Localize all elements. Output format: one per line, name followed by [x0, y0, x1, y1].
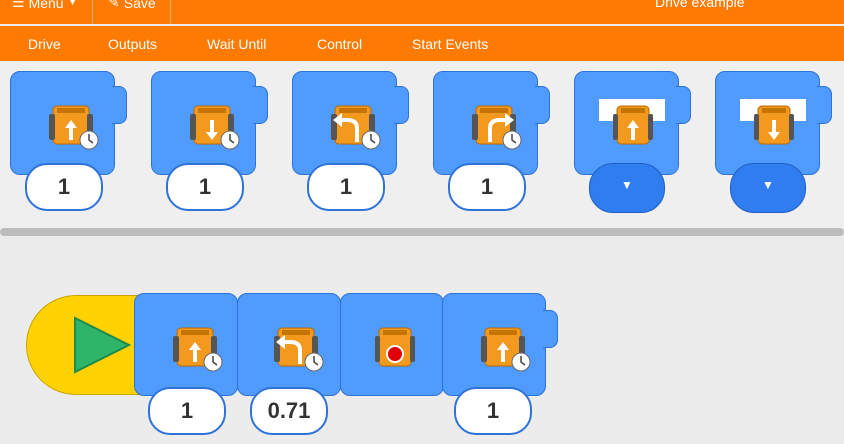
palette-block-drive-forward-until[interactable]	[574, 71, 679, 175]
menu-label: Menu	[28, 0, 64, 11]
tab-wait-until[interactable]: Wait Until	[207, 36, 266, 52]
drive-forward-timed-icon	[173, 327, 223, 372]
palette-duration-input[interactable]: 1	[448, 163, 526, 211]
palette-duration-input[interactable]: 1	[25, 163, 103, 211]
turn-left-timed-icon	[274, 327, 324, 372]
project-title: Drive example	[655, 0, 745, 10]
tab-drive[interactable]: Drive	[28, 36, 61, 52]
workspace-duration-input[interactable]: 0.71	[250, 387, 328, 435]
pencil-icon: ✎	[108, 0, 120, 10]
caret-down-icon: ▼	[621, 178, 633, 192]
palette-block-turn-right[interactable]	[433, 71, 538, 175]
play-icon	[74, 316, 132, 374]
palette-block-notch	[253, 86, 268, 124]
palette-dropdown[interactable]: ▼	[589, 163, 665, 213]
menu-button[interactable]: ☰ Menu ▼	[12, 0, 78, 11]
caret-down-icon: ▼	[67, 0, 78, 8]
tab-control[interactable]: Control	[317, 36, 362, 52]
drive-forward-until-icon	[613, 105, 653, 145]
save-button[interactable]: ✎ Save	[108, 0, 156, 11]
tab-start-events[interactable]: Start Events	[412, 36, 488, 52]
workspace-block-drive-forward[interactable]	[134, 293, 238, 396]
drive-backward-timed-icon	[190, 105, 240, 150]
palette-divider[interactable]	[0, 228, 844, 236]
palette-dropdown[interactable]: ▼	[730, 163, 806, 213]
top-bar: ☰ Menu ▼ ✎ Save Drive example	[0, 0, 844, 24]
palette-duration-input[interactable]: 1	[166, 163, 244, 211]
palette-block-drive-backward-until[interactable]	[715, 71, 820, 175]
tab-outputs[interactable]: Outputs	[108, 36, 157, 52]
stop-icon	[375, 327, 415, 367]
palette-block-notch	[394, 86, 409, 124]
drive-forward-timed-icon	[49, 105, 99, 150]
turn-right-timed-icon	[472, 105, 522, 150]
workspace-block-stop[interactable]	[340, 293, 444, 396]
turn-left-timed-icon	[331, 105, 381, 150]
workspace-block-drive-forward[interactable]	[442, 293, 546, 396]
save-label: Save	[123, 0, 156, 11]
workspace-block-turn-left[interactable]	[237, 293, 341, 396]
palette-block-notch	[817, 86, 832, 124]
palette-block-notch	[676, 86, 691, 124]
workspace-block-notch	[543, 310, 558, 348]
category-bar: Drive Outputs Wait Until Control Start E…	[0, 26, 844, 61]
drive-backward-until-icon	[754, 105, 794, 145]
workspace-duration-input[interactable]: 1	[454, 387, 532, 435]
drive-forward-timed-icon	[481, 327, 531, 372]
workspace-duration-input[interactable]: 1	[148, 387, 226, 435]
palette-duration-input[interactable]: 1	[307, 163, 385, 211]
hamburger-icon: ☰	[12, 0, 25, 10]
palette-block-drive-backward[interactable]	[151, 71, 256, 175]
palette-block-drive-forward[interactable]	[10, 71, 115, 175]
palette-block-notch	[535, 86, 550, 124]
palette-block-notch	[112, 86, 127, 124]
palette-block-turn-left[interactable]	[292, 71, 397, 175]
caret-down-icon: ▼	[762, 178, 774, 192]
